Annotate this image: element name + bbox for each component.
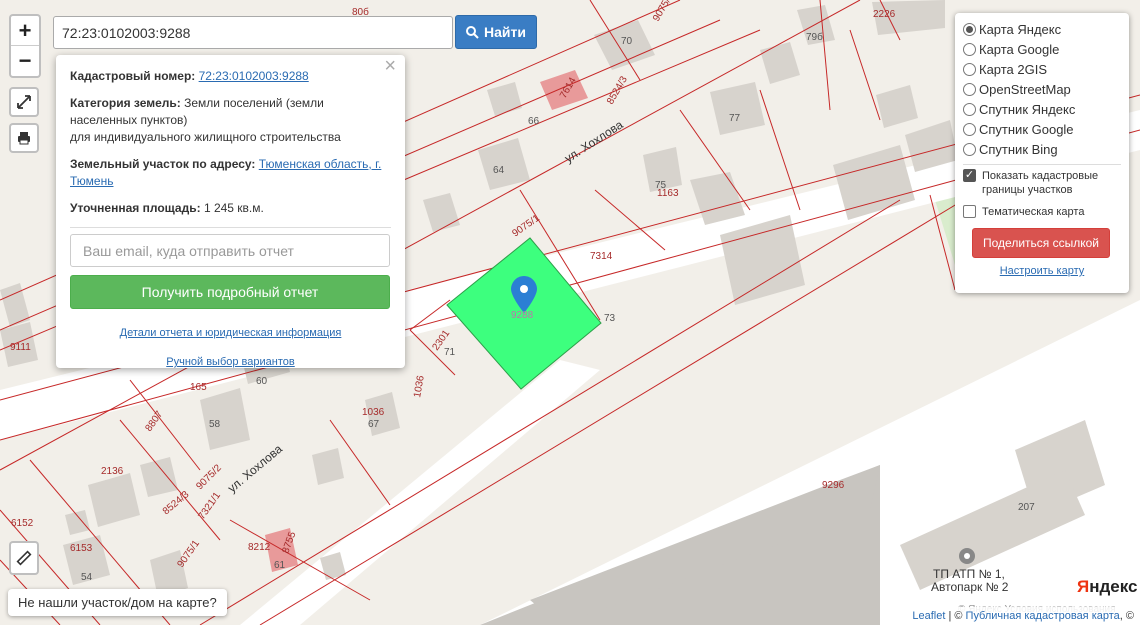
map-label: 9296 [822,480,845,491]
poi-label: ТП АТП № 1, [933,567,1005,581]
parcel-popup: × Кадастровый номер: 72:23:0102003:9288 … [56,55,405,368]
thematic-label: Тематическая карта [982,205,1085,218]
map-label: 66 [528,116,540,127]
map-label: 73 [604,313,616,324]
map-label: 54 [81,572,93,583]
address-row: Земельный участок по адресу: Тюменская о… [70,156,391,190]
layer-option[interactable]: Спутник Google [963,119,1121,139]
map-label: 9111 [10,342,31,353]
layer-radio[interactable] [963,82,976,96]
map-label: 7314 [590,251,613,262]
search-button-label: Найти [484,24,526,40]
layer-radio[interactable] [963,122,976,136]
layer-radio[interactable] [963,102,976,116]
map-label: 61 [274,560,286,571]
map-label: 70 [621,36,633,47]
layer-option[interactable]: Карта Яндекс [963,19,1121,39]
show-borders-label: Показать кадастровые границы участков [982,170,1099,196]
map-label: 9288 [511,310,534,321]
details-link[interactable]: Детали отчета и юридическая информация [70,325,391,342]
yandex-logo: Яндекс [1077,577,1138,596]
map-label: 6153 [70,543,93,554]
email-field[interactable] [70,234,390,267]
layer-label: Спутник Яндекс [979,101,1076,117]
layer-option[interactable]: Карта Google [963,39,1121,59]
cadastral-number-link[interactable]: 72:23:0102003:9288 [199,69,309,83]
map-label: 58 [209,419,221,430]
thematic-option[interactable]: Тематическая карта [963,205,1121,218]
address-label: Земельный участок по адресу: [70,157,256,171]
close-icon[interactable]: × [384,56,396,76]
attribution: Leaflet | © Публичная кадастровая карта,… [906,607,1140,625]
show-borders-option[interactable]: ✓ Показать кадастровые границы участков [963,169,1121,197]
area-value: 1 245 кв.м. [203,201,264,215]
map-label: 64 [493,165,505,176]
map-label: 165 [190,382,207,393]
manual-select-link[interactable]: Ручной выбор вариантов [70,354,391,371]
layer-label: Карта Google [979,41,1060,57]
search-icon [466,25,479,39]
layer-radio[interactable] [963,42,976,56]
zoom-out-button[interactable]: − [11,46,39,76]
map-label: 1163 [657,188,679,199]
map-label: 2226 [873,9,896,20]
map-label: 1036 [362,407,385,418]
leaflet-link[interactable]: Leaflet [912,610,945,622]
layer-option[interactable]: Спутник Bing [963,139,1121,159]
map-label: 207 [1018,502,1035,513]
show-borders-checkbox[interactable]: ✓ [963,169,976,182]
search-input[interactable] [53,16,453,49]
category-row: Категория земель: Земли поселений (земли… [70,95,391,146]
layer-label: OpenStreetMap [979,81,1071,97]
category-use: для индивидуального жилищного строительс… [70,130,341,144]
map-label: 67 [368,419,380,430]
layer-switcher: Карта Яндекс Карта Google Карта 2GIS OpenSt… [955,13,1129,293]
map-label: 71 [444,347,456,358]
layer-option[interactable]: OpenStreetMap [963,79,1121,99]
get-report-button[interactable]: Получить подробный отчет [70,275,390,309]
pkk-link[interactable]: Публичная кадастровая карта [966,610,1120,622]
layer-label: Карта 2GIS [979,61,1048,77]
layer-radio[interactable] [963,62,976,76]
map-label: 2136 [101,466,124,477]
print-button[interactable] [9,123,39,153]
map-label: 8212 [248,542,271,553]
layer-list: Карта Яндекс Карта Google Карта 2GIS OpenSt… [963,19,1121,159]
layer-option[interactable]: Спутник Яндекс [963,99,1121,119]
layer-option[interactable]: Карта 2GIS [963,59,1121,79]
layer-label: Спутник Google [979,121,1074,137]
map-label: 79б [806,31,823,43]
cadastral-label: Кадастровый номер: [70,69,196,83]
layer-label: Карта Яндекс [979,21,1062,37]
thematic-checkbox[interactable] [963,205,976,218]
layer-radio[interactable] [963,142,976,156]
cadastral-row: Кадастровый номер: 72:23:0102003:9288 [70,68,391,85]
poi-label: Автопарк № 2 [931,580,1009,594]
zoom-in-button[interactable]: + [11,16,39,46]
map-label: 77 [729,113,741,124]
share-link-button[interactable]: Поделиться ссылкой [972,228,1110,258]
print-icon [18,132,30,145]
configure-map-link[interactable]: Настроить карту [963,265,1121,277]
map-label: 60 [256,376,268,387]
map-label: 6152 [11,518,34,529]
zoom-control: + − [9,14,41,78]
fullscreen-button[interactable] [9,87,39,117]
area-label: Уточненная площадь: [70,201,201,215]
fullscreen-icon [17,95,31,109]
not-found-button[interactable]: Не нашли участок/дом на карте? [8,589,227,616]
area-row: Уточненная площадь: 1 245 кв.м. [70,200,391,217]
category-label: Категория земель: [70,96,181,110]
ruler-button[interactable] [9,541,39,575]
layer-label: Спутник Bing [979,141,1058,157]
layer-radio[interactable] [963,22,976,36]
ruler-icon [16,550,32,566]
search-button[interactable]: Найти [455,15,537,49]
divider [70,227,391,228]
